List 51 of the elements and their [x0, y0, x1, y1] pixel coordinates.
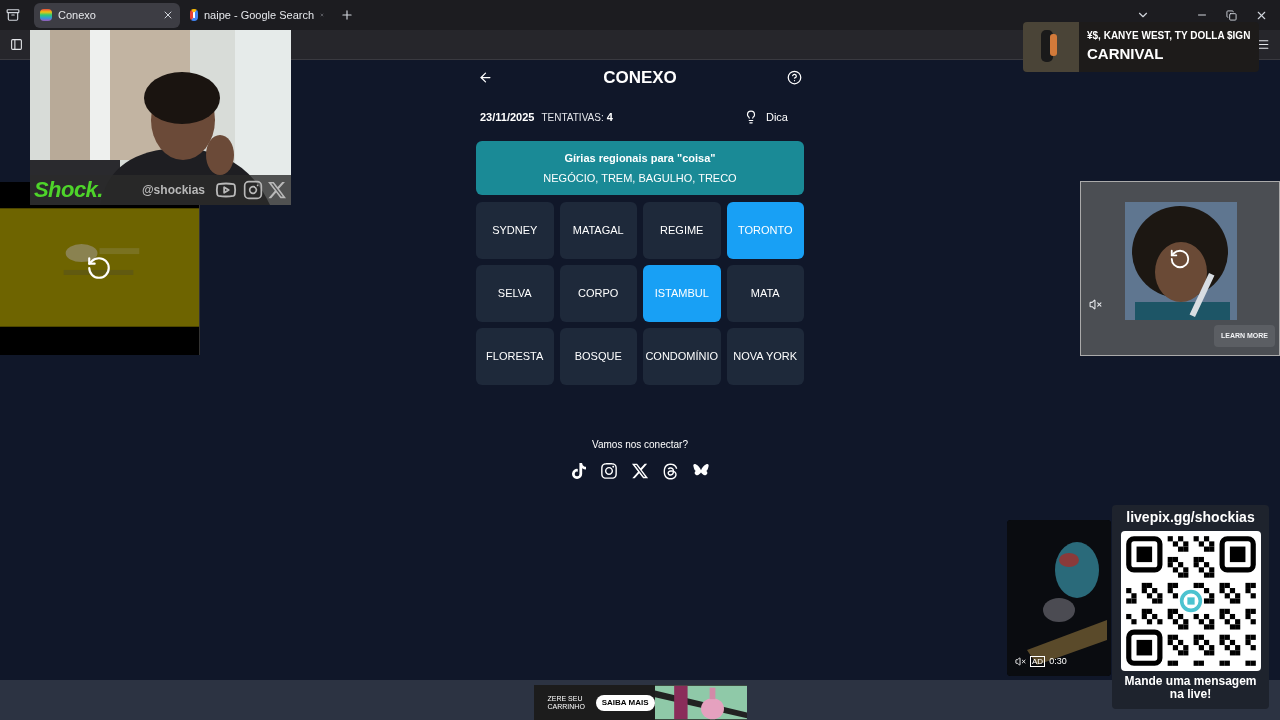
word-tile[interactable]: FLORESTA — [476, 328, 554, 385]
donation-url: livepix.gg/shockias — [1126, 508, 1255, 527]
game-title: CONEXO — [603, 66, 677, 89]
donation-message: Mande uma mensagem na live! — [1123, 675, 1258, 701]
word-tile[interactable]: MATAGAL — [559, 202, 637, 259]
mute-icon[interactable] — [1089, 298, 1102, 311]
browser-tab[interactable]: naipe - Google Search — [184, 2, 330, 28]
lightbulb-icon — [744, 110, 758, 124]
ad-badge: AD — [1030, 655, 1046, 667]
social-label: Vamos nos conectar? — [592, 438, 688, 452]
group-words: NEGÓCIO, TREM, BAGULHO, TRECO — [543, 170, 737, 186]
ad-button: SAIBA MAIS — [595, 694, 655, 711]
hint-button[interactable]: Dica — [744, 108, 788, 126]
attempts-label: TENTATIVAS: — [541, 110, 604, 125]
x-logo-icon — [267, 180, 287, 200]
instagram-icon — [243, 180, 263, 200]
menu-icon[interactable] — [1257, 38, 1270, 51]
word-tile[interactable]: REGIME — [643, 202, 721, 259]
song-artist: ¥$, KANYE WEST, TY DOLLA $IGN — [1087, 29, 1251, 44]
tab-title: Conexo — [58, 7, 97, 23]
tiktok-icon[interactable] — [570, 463, 587, 479]
group-title: Gírias regionais para "coisa" — [564, 151, 716, 166]
video-time: 0:30 — [1049, 654, 1067, 668]
google-favicon-icon — [190, 9, 198, 21]
word-tile[interactable]: SELVA — [476, 265, 554, 322]
restore-icon[interactable] — [1226, 9, 1237, 21]
song-title: CARNIVAL — [1087, 44, 1165, 65]
new-tab-icon[interactable] — [340, 8, 354, 22]
replay-icon[interactable] — [1169, 248, 1191, 270]
help-icon[interactable] — [787, 70, 802, 85]
tab-groups-icon[interactable] — [6, 8, 20, 22]
word-tile[interactable]: CONDOMÍNIO — [643, 328, 721, 385]
instagram-icon[interactable] — [599, 462, 618, 480]
tab-title: naipe - Google Search — [203, 7, 315, 23]
word-tile[interactable]: NOVA YORK — [726, 328, 804, 385]
word-tile[interactable]: SYDNEY — [476, 202, 554, 259]
close-icon[interactable] — [162, 9, 174, 21]
word-tile[interactable]: CORPO — [559, 265, 637, 322]
channel-logo: Shock. — [34, 179, 103, 201]
game-date: 23/11/2025 — [480, 109, 535, 125]
sidebar-icon[interactable] — [10, 38, 23, 51]
word-tile[interactable]: BOSQUE — [559, 328, 637, 385]
channel-handle: @shockias — [141, 182, 205, 199]
rainbow-favicon-icon — [40, 9, 52, 21]
x-logo-icon[interactable] — [630, 462, 649, 480]
attempts-count: 4 — [606, 109, 613, 125]
word-tile[interactable]: MATA — [726, 265, 804, 322]
replay-icon[interactable] — [86, 255, 112, 281]
mute-icon[interactable] — [1015, 655, 1026, 667]
threads-icon[interactable] — [661, 462, 679, 480]
browser-tab[interactable]: Conexo — [34, 2, 180, 28]
